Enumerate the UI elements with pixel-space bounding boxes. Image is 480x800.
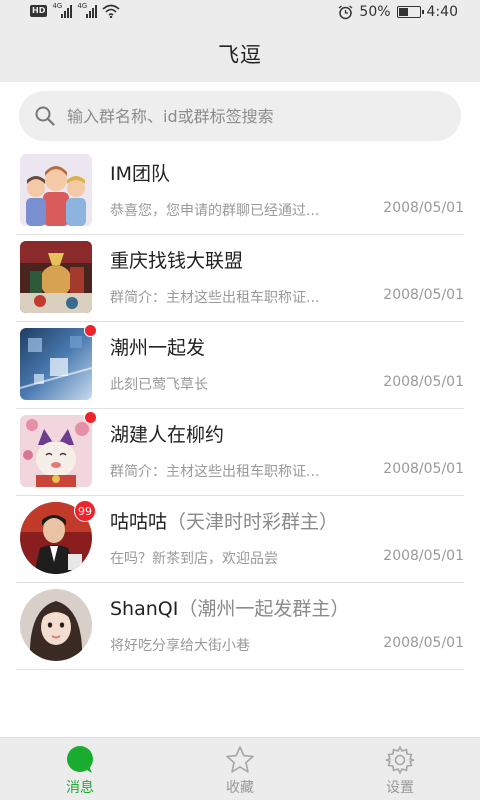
chat-bubble-icon <box>67 746 93 773</box>
group-avatar <box>20 154 92 226</box>
tab-favorites[interactable]: 收藏 <box>160 738 320 800</box>
gear-icon <box>385 746 415 774</box>
last-message-preview: 群简介：主材这些出租车职称证... <box>110 464 320 480</box>
clock: 4:40 <box>426 4 458 20</box>
search-icon <box>35 106 55 126</box>
tab-messages[interactable]: 消息 <box>0 738 160 800</box>
network-type-label-2: 4G <box>77 1 88 10</box>
group-name: 湖建人在柳约 <box>110 424 225 446</box>
star-icon <box>226 746 254 773</box>
group-item-gugugu[interactable]: 99 咕咕咕（天津时时彩群主） 在吗？新茶到店，欢迎品尝 2008/05/01 <box>16 496 464 583</box>
tab-label: 收藏 <box>226 780 254 796</box>
message-date: 2008/05/01 <box>383 548 464 564</box>
unread-count-badge: 99 <box>74 500 96 522</box>
battery-icon <box>396 6 424 18</box>
status-right: 50% 4:40 <box>338 4 458 20</box>
group-item-shanqi[interactable]: ShanQI（潮州一起发群主） 将好吃分享给大街小巷 2008/05/01 <box>16 583 464 670</box>
message-date: 2008/05/01 <box>383 374 464 390</box>
group-name: 潮州一起发 <box>110 337 206 359</box>
app-header: 飞逗 <box>0 26 480 82</box>
tab-settings[interactable]: 设置 <box>320 738 480 800</box>
group-avatar <box>20 415 92 487</box>
search-input[interactable] <box>67 106 427 126</box>
group-item-chaozhou[interactable]: 潮州一起发 此刻已莺飞草长 2008/05/01 <box>16 322 464 409</box>
message-date: 2008/05/01 <box>383 461 464 477</box>
bottom-nav: 消息 收藏 设置 <box>0 737 480 800</box>
group-name: IM团队 <box>110 163 170 185</box>
battery-percent: 50% <box>359 4 391 20</box>
unread-dot <box>84 411 97 424</box>
group-list: IM团队 恭喜您，您申请的群聊已经通过... 2008/05/01 重庆找钱大联… <box>0 148 480 670</box>
last-message-preview: 此刻已莺飞草长 <box>110 377 208 393</box>
page-title: 飞逗 <box>218 43 262 67</box>
message-date: 2008/05/01 <box>383 287 464 303</box>
group-item-im-team[interactable]: IM团队 恭喜您，您申请的群聊已经通过... 2008/05/01 <box>16 148 464 235</box>
message-date: 2008/05/01 <box>383 200 464 216</box>
group-item-hujian[interactable]: 湖建人在柳约 群简介：主材这些出租车职称证... 2008/05/01 <box>16 409 464 496</box>
last-message-preview: 在吗？新茶到店，欢迎品尝 <box>110 551 278 567</box>
network-type-label: 4G <box>52 1 63 10</box>
unread-dot <box>84 324 97 337</box>
last-message-preview: 将好吃分享给大街小巷 <box>110 638 250 654</box>
tab-label: 消息 <box>66 780 94 796</box>
group-item-chongqing[interactable]: 重庆找钱大联盟 群简介：主材这些出租车职称证... 2008/05/01 <box>16 235 464 322</box>
last-message-preview: 恭喜您，您申请的群聊已经通过... <box>110 203 320 219</box>
last-message-preview: 群简介：主材这些出租车职称证... <box>110 290 320 306</box>
status-bar: HD 4G 4G 50% 4:40 <box>0 0 480 26</box>
group-avatar <box>20 328 92 400</box>
message-date: 2008/05/01 <box>383 635 464 651</box>
user-avatar <box>20 589 92 661</box>
signal-icon-2: 4G <box>77 1 98 18</box>
search-bar[interactable] <box>19 91 461 141</box>
group-name: ShanQI（潮州一起发群主） <box>110 598 350 620</box>
hd-icon: HD <box>30 5 48 17</box>
signal-icon: 4G <box>52 1 73 18</box>
group-name: 咕咕咕（天津时时彩群主） <box>110 511 339 533</box>
alarm-icon <box>339 4 353 19</box>
battery-fill <box>398 8 409 16</box>
tab-label: 设置 <box>386 780 414 796</box>
group-avatar <box>20 241 92 313</box>
search-section <box>0 82 480 148</box>
wifi-icon <box>102 4 120 18</box>
group-name: 重庆找钱大联盟 <box>110 250 244 272</box>
status-left: HD 4G 4G <box>30 1 120 18</box>
